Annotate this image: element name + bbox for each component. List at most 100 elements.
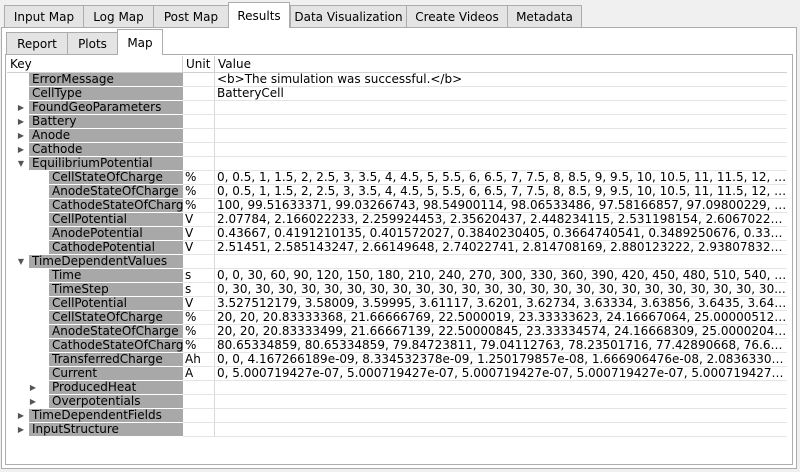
tab-data-visualization[interactable]: Data Visualization: [290, 5, 407, 27]
row-value: [215, 409, 787, 423]
row-key: CathodeStateOfCharge: [49, 199, 183, 213]
row-key: CellStateOfCharge: [49, 311, 183, 325]
row-value: BatteryCell: [215, 87, 787, 101]
row-value: 3.527512179, 3.58009, 3.59995, 3.61117, …: [215, 297, 787, 311]
row-key: ProducedHeat: [49, 381, 183, 395]
row-unit: A: [183, 367, 215, 381]
row-key: TimeStep: [49, 283, 183, 297]
tab-results[interactable]: Results: [228, 2, 290, 28]
tree-row[interactable]: ▶ Overpotentials: [7, 395, 787, 409]
chevron-right-icon[interactable]: ▶: [15, 115, 27, 129]
tree-row[interactable]: ▼ EquilibriumPotential: [7, 157, 787, 171]
row-key: CellStateOfCharge: [49, 171, 183, 185]
row-key: Current: [49, 367, 183, 381]
row-unit: Ah: [183, 353, 215, 367]
column-header-unit[interactable]: Unit: [183, 56, 215, 72]
tree-row[interactable]: ▶ TimeDependentFields: [7, 409, 787, 423]
row-unit: [183, 409, 215, 423]
tree-row[interactable]: CellStateOfCharge% 0, 0.5, 1, 1.5, 2, 2.5…: [7, 171, 787, 185]
tree-row[interactable]: ▶ Cathode: [7, 143, 787, 157]
chevron-right-icon[interactable]: ▶: [15, 129, 27, 143]
tree-row[interactable]: Current A 0, 5.000719427e-07, 5.000719427e…: [7, 367, 787, 381]
tree-row[interactable]: AnodeStateOfCharge% 0, 0.5, 1, 1.5, 2, 2.…: [7, 185, 787, 199]
row-value: 100, 99.51633371, 99.03266743, 98.549001…: [215, 199, 787, 213]
tree-row[interactable]: TransferredCharge Ah 0, 0, 4.167266189e-09…: [7, 353, 787, 367]
tab-label: Post Map: [163, 9, 219, 24]
tree-row[interactable]: CathodeStateOfCharge% 100, 99.51633371, 9…: [7, 199, 787, 213]
column-header-value[interactable]: Value: [215, 56, 787, 72]
row-unit: [183, 115, 215, 129]
row-key: TimeDependentValues: [29, 255, 183, 269]
row-key: InputStructure: [29, 423, 183, 437]
tree-header: Key Unit Value: [7, 56, 787, 73]
tree-row[interactable]: ▶ Battery: [7, 115, 787, 129]
row-unit: [183, 157, 215, 171]
row-unit: s: [183, 269, 215, 283]
tree-row[interactable]: CellStateOfCharge% 20, 20, 20.83333368, 2…: [7, 311, 787, 325]
tree-row[interactable]: CellPotential V 3.527512179, 3.58009, 3.59…: [7, 297, 787, 311]
subtab-label: Plots: [78, 36, 107, 51]
chevron-right-icon[interactable]: ▶: [15, 423, 27, 437]
tree-row[interactable]: Time s 0, 0, 30, 60, 90, 120, 150, 180, 21…: [7, 269, 787, 283]
row-value: 0, 0, 4.167266189e-09, 8.334532378e-09, …: [215, 353, 787, 367]
tree-row[interactable]: CellPotential V 2.07784, 2.166022233, 2.25…: [7, 213, 787, 227]
tab-log-map[interactable]: Log Map: [83, 5, 154, 27]
tab-input-map[interactable]: Input Map: [4, 5, 84, 27]
tab-label: Create Videos: [415, 9, 499, 24]
chevron-right-icon[interactable]: ▶: [27, 395, 39, 409]
chevron-right-icon[interactable]: ▶: [15, 101, 27, 115]
row-unit: %: [183, 311, 215, 325]
row-value: [215, 381, 787, 395]
row-value: 0, 30, 30, 30, 30, 30, 30, 30, 30, 30, 3…: [215, 283, 787, 297]
column-header-key[interactable]: Key: [7, 56, 183, 72]
tab-metadata[interactable]: Metadata: [507, 5, 582, 27]
row-key: Cathode: [29, 143, 183, 157]
tree-row[interactable]: ▶ Anode: [7, 129, 787, 143]
row-value: <b>The simulation was successful.</b>: [215, 73, 787, 87]
subtab-map[interactable]: Map: [117, 29, 163, 55]
tab-label: Log Map: [93, 9, 144, 24]
row-unit: %: [183, 339, 215, 353]
chevron-right-icon[interactable]: ▶: [15, 409, 27, 423]
row-value: [215, 395, 787, 409]
tree-row[interactable]: CathodeStateOfCharge% 80.65334859, 80.653…: [7, 339, 787, 353]
row-value: 0.43667, 0.4191210135, 0.401572027, 0.38…: [215, 227, 787, 241]
tab-post-map[interactable]: Post Map: [153, 5, 229, 27]
tree-row[interactable]: AnodePotential V 0.43667, 0.4191210135, 0.…: [7, 227, 787, 241]
row-key: Overpotentials: [49, 395, 183, 409]
subtab-plots[interactable]: Plots: [67, 32, 118, 54]
tree-row[interactable]: TimeStep s 0, 30, 30, 30, 30, 30, 30, 30, …: [7, 283, 787, 297]
chevron-right-icon[interactable]: ▶: [15, 143, 27, 157]
tree-row[interactable]: ▶ InputStructure: [7, 423, 787, 437]
row-key: CellPotential: [49, 213, 183, 227]
row-key: ErrorMessage: [29, 73, 183, 87]
row-unit: [183, 395, 215, 409]
row-unit: [183, 87, 215, 101]
tree-row[interactable]: AnodeStateOfCharge% 20, 20, 20.83333499, …: [7, 325, 787, 339]
tab-create-videos[interactable]: Create Videos: [406, 5, 508, 27]
row-key: CellPotential: [49, 297, 183, 311]
chevron-down-icon[interactable]: ▼: [15, 157, 27, 171]
tree-row[interactable]: ▶ ProducedHeat: [7, 381, 787, 395]
tree-row[interactable]: CellType BatteryCell: [7, 87, 787, 101]
chevron-down-icon[interactable]: ▼: [15, 255, 27, 269]
row-unit: V: [183, 213, 215, 227]
row-key: FoundGeoParameters: [29, 101, 183, 115]
row-unit: %: [183, 199, 215, 213]
subtab-report[interactable]: Report: [6, 32, 68, 54]
row-unit: [183, 101, 215, 115]
tree-row[interactable]: ▼ TimeDependentValues: [7, 255, 787, 269]
row-key: TransferredCharge: [49, 353, 183, 367]
row-unit: V: [183, 297, 215, 311]
tab-label: Results: [237, 8, 281, 23]
row-value: [215, 115, 787, 129]
tree-row[interactable]: ▶ FoundGeoParameters: [7, 101, 787, 115]
row-value: 2.51451, 2.585143247, 2.66149648, 2.7402…: [215, 241, 787, 255]
results-tree-view[interactable]: Key Unit Value ErrorMessage <b>The simula…: [7, 56, 787, 463]
tree-row[interactable]: ErrorMessage <b>The simulation was succes…: [7, 73, 787, 87]
row-value: [215, 143, 787, 157]
row-value: [215, 157, 787, 171]
main-tab-bar: Input Map Log Map Post Map Results Data …: [0, 0, 800, 28]
chevron-right-icon[interactable]: ▶: [27, 381, 39, 395]
tree-row[interactable]: CathodePotential V 2.51451, 2.585143247, 2…: [7, 241, 787, 255]
